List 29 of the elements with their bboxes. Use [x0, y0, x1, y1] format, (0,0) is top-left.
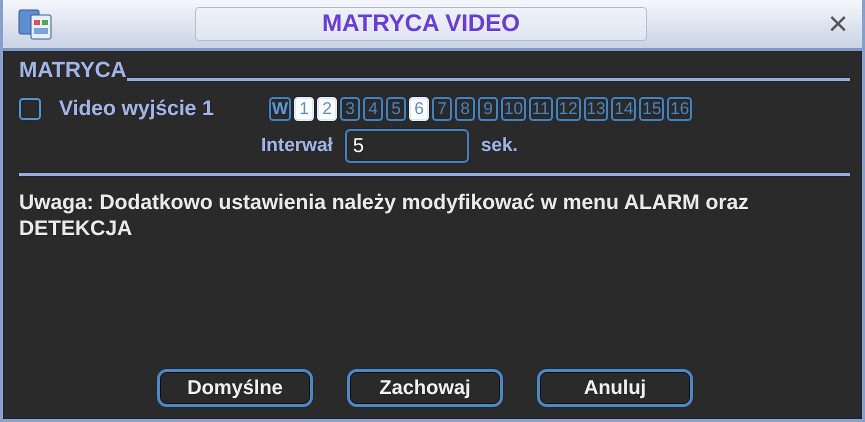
channel-toggle[interactable]: 9: [478, 97, 498, 121]
channel-toggle[interactable]: 16: [667, 97, 692, 121]
dialog-button[interactable]: Zachowaj: [347, 369, 503, 407]
channel-toggle[interactable]: 15: [639, 97, 664, 121]
channel-toggle[interactable]: 4: [363, 97, 384, 121]
note-text: Uwaga: Dodatkowo ustawienia należy modyfikować w menu ALARM oraz DETEKCJA: [19, 190, 750, 242]
channel-toggle[interactable]: 14: [611, 97, 636, 121]
output-checkbox[interactable]: [19, 98, 41, 120]
channel-toggle[interactable]: 5: [386, 97, 406, 121]
channel-toggle[interactable]: 7: [432, 97, 452, 121]
dialog-button[interactable]: Anuluj: [537, 369, 693, 407]
channel-toggle[interactable]: 8: [455, 97, 476, 121]
channel-toggle[interactable]: W: [269, 97, 292, 121]
section-title: MATRYCA: [19, 57, 127, 83]
channel-toggle[interactable]: 10: [501, 97, 526, 121]
unit-label: sek.: [480, 135, 518, 157]
output-label: Video wyjście 1: [59, 97, 215, 121]
window-title: MATRYCA VIDEO: [195, 7, 647, 41]
channel-toggle[interactable]: 13: [584, 97, 608, 121]
channel-toggle[interactable]: 1: [294, 97, 314, 121]
channel-toggle[interactable]: 12: [556, 97, 581, 121]
interval-field[interactable]: 5: [344, 129, 469, 163]
dialog-button[interactable]: Domyślne: [157, 369, 313, 407]
interval-label: Interwał: [261, 135, 333, 157]
channel-toggle[interactable]: 2: [317, 97, 338, 121]
close-button[interactable]: ×: [828, 7, 848, 41]
channel-toggle[interactable]: 3: [340, 97, 360, 121]
channel-toggle[interactable]: 11: [528, 97, 553, 121]
channel-toggle[interactable]: 6: [409, 97, 430, 121]
